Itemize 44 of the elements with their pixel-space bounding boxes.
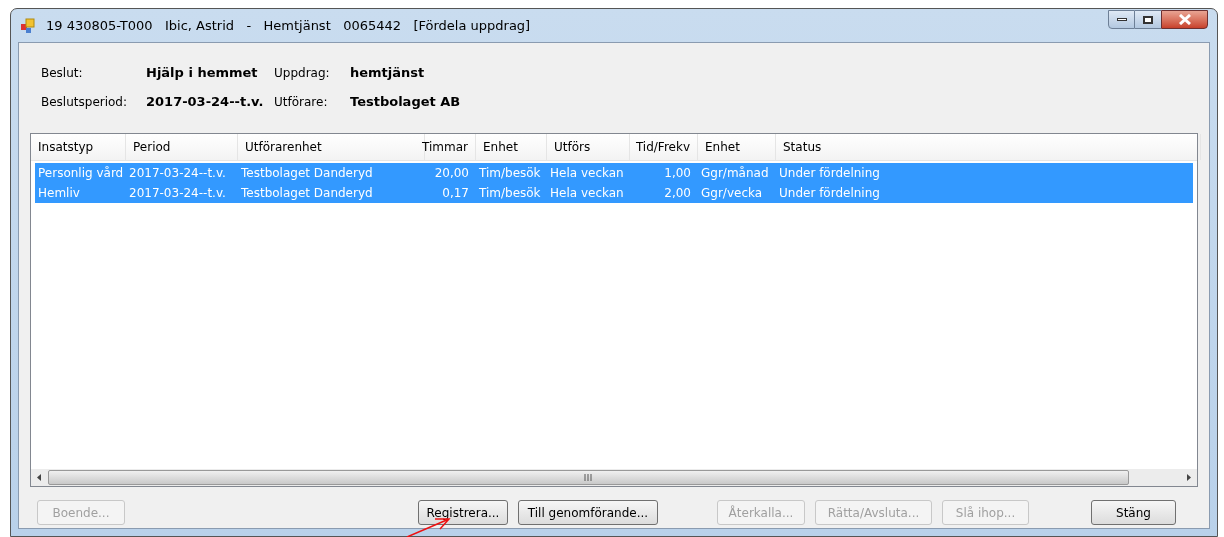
column-header[interactable]: Utförs bbox=[547, 134, 630, 160]
table-cell-text: Under fördelning bbox=[778, 185, 881, 202]
table-cell-text: 2017-03-24--t.v. bbox=[128, 185, 227, 202]
table-cell-text: Under fördelning bbox=[778, 165, 881, 182]
horizontal-scrollbar[interactable] bbox=[31, 469, 1197, 486]
field-value: hemtjänst bbox=[350, 64, 426, 82]
app-icon bbox=[20, 17, 36, 34]
table-cell-text: Tim/besök bbox=[478, 165, 542, 182]
scrollbar-thumb[interactable] bbox=[48, 470, 1129, 485]
close-button[interactable]: Stäng bbox=[1091, 500, 1176, 525]
field-value: Testbolaget AB bbox=[350, 92, 462, 111]
table-cell-text: Tim/besök bbox=[478, 185, 542, 202]
window-title: 19 430805-T000 Ibic, Astrid - Hemtjänst 0065442 [Fördela uppdrag] bbox=[46, 16, 531, 35]
field-label: Beslut: bbox=[41, 65, 84, 82]
table-cell-text: Hela veckan bbox=[549, 165, 625, 182]
action-button[interactable]: Registrera... bbox=[418, 500, 508, 525]
field-label: Uppdrag: bbox=[274, 65, 331, 82]
field-value: Hjälp i hemmet bbox=[146, 64, 259, 82]
field-value: 2017-03-24--t.v. bbox=[146, 92, 265, 111]
table-cell-text: 0,17 bbox=[441, 185, 470, 202]
table-cell-text: Ggr/vecka bbox=[700, 185, 764, 202]
table-cell-text: 20,00 bbox=[433, 165, 470, 182]
maximize-button[interactable] bbox=[1135, 10, 1161, 29]
table-cell-text: Ggr/månad bbox=[700, 165, 770, 182]
field-label: Beslutsperiod: bbox=[41, 93, 129, 111]
column-header[interactable]: Utförarenhet bbox=[238, 134, 425, 160]
table-cell-text: 1,00 bbox=[663, 165, 692, 182]
table-cell-text: 2017-03-24--t.v. bbox=[128, 165, 227, 182]
close-icon[interactable] bbox=[1161, 10, 1208, 29]
column-header[interactable]: Status bbox=[776, 134, 1201, 160]
table-cell-text: Testbolaget Danderyd bbox=[240, 165, 374, 182]
table-cell-text: Hela veckan bbox=[549, 185, 625, 202]
field-label: Utförare: bbox=[274, 93, 329, 111]
column-header[interactable]: Enhet bbox=[476, 134, 547, 160]
column-header[interactable]: Tid/Frekv bbox=[630, 134, 698, 160]
table-cell-text: 2,00 bbox=[663, 185, 692, 202]
table-cell-text: Personlig vård bbox=[37, 165, 125, 182]
column-header[interactable]: Insatstyp bbox=[31, 134, 126, 160]
table-cell-text: Testbolaget Danderyd bbox=[240, 185, 374, 202]
minimize-button[interactable] bbox=[1108, 10, 1135, 29]
table-cell-text: Hemliv bbox=[37, 185, 81, 202]
column-header[interactable]: Period bbox=[126, 134, 238, 160]
column-header[interactable]: Enhet bbox=[698, 134, 776, 160]
action-button[interactable]: Till genomförande... bbox=[518, 500, 658, 525]
